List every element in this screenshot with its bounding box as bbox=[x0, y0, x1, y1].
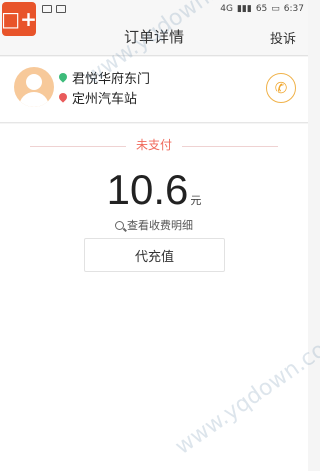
image-icon bbox=[42, 5, 52, 13]
user-avatar-icon bbox=[14, 67, 54, 107]
status-right: 4G ▮▮▮ 65 ▭ 6:37 bbox=[220, 4, 304, 14]
destination-pin-icon bbox=[57, 91, 69, 103]
order-amount: 10.6 bbox=[106, 166, 189, 213]
network-label: 4G bbox=[220, 4, 233, 14]
destination-label: 定州汽车站 bbox=[72, 91, 138, 107]
app-badge: □+ bbox=[1, 2, 37, 36]
origin-pin-icon bbox=[57, 71, 69, 83]
notification-icon bbox=[56, 5, 66, 13]
order-panel: 未支付 10.6 元 查看收费明细 代充值 bbox=[0, 124, 308, 471]
payment-status: 未支付 bbox=[0, 136, 308, 153]
status-bar: 4G ▮▮▮ 65 ▭ 6:37 bbox=[0, 0, 308, 18]
clock-time: 6:37 bbox=[283, 4, 304, 14]
trip-card: 君悦华府东门 定州汽车站 ✆ bbox=[0, 57, 308, 123]
amount-row: 10.6 元 bbox=[0, 166, 308, 214]
destination-row: 定州汽车站 bbox=[57, 87, 150, 107]
recharge-button[interactable]: 代充值 bbox=[84, 238, 225, 272]
amount-unit: 元 bbox=[190, 194, 202, 207]
complaint-button[interactable]: 投诉 bbox=[270, 28, 296, 47]
signal-icon: ▮▮▮ bbox=[236, 4, 252, 14]
fee-detail-link[interactable]: 查看收费明细 bbox=[0, 217, 308, 233]
battery-icon: ▭ bbox=[271, 4, 280, 14]
payment-status-text: 未支付 bbox=[125, 138, 182, 152]
battery-level: 65 bbox=[255, 4, 268, 14]
search-icon bbox=[115, 220, 124, 230]
fee-detail-label: 查看收费明细 bbox=[127, 219, 193, 232]
call-button[interactable]: ✆ bbox=[266, 73, 296, 103]
phone-icon: ✆ bbox=[274, 79, 288, 97]
